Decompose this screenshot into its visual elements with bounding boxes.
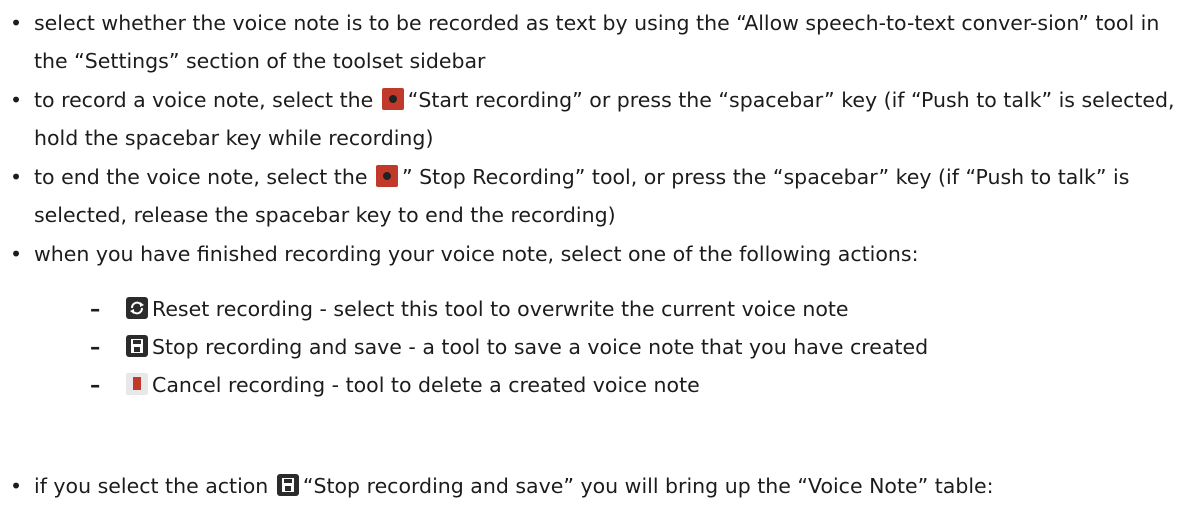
bullet-marker: • [10,11,23,35]
list-item-text: “Stop recording and save” you will bring… [302,474,994,498]
sub-list-item-text: Stop recording and save - a tool to save… [152,335,929,359]
save-icon [276,474,299,496]
record-icon [381,88,404,110]
bullet-marker: • [10,88,23,112]
list-item: • when you have finished recording your … [10,235,1178,273]
list-item-text: if you select the action [34,474,269,498]
sub-list-item: – Cancel recording - tool to delete a cre… [90,366,1170,404]
bullet-marker: • [10,165,23,189]
sub-list-item-text: Cancel recording - tool to delete a crea… [152,373,700,397]
trash-icon [126,373,148,395]
list-item-text: select whether the voice note is to be r… [34,11,1160,73]
list-item: • to end the voice note, select the ” St… [10,158,1178,234]
dash-marker: – [90,297,101,321]
bullet-marker: • [10,242,23,266]
stop-record-icon [375,165,398,187]
sub-list-item-text: Reset recording - select this tool to ov… [152,297,849,321]
list-item: • to record a voice note, select the “St… [10,81,1178,157]
list-item-text: to record a voice note, select the [34,88,374,112]
reset-icon [126,297,148,319]
dash-marker: – [90,335,101,359]
list-item: • if you select the action “Stop recordi… [10,467,1178,505]
dash-marker: – [90,373,101,397]
list-item-text: to end the voice note, select the [34,165,368,189]
document-page: • select whether the voice note is to be… [0,0,1184,510]
save-icon [126,335,148,357]
list-item: • select whether the voice note is to be… [10,4,1178,80]
bullet-marker: • [10,474,23,498]
sub-list-item: – Stop recording and save - a tool to sa… [90,328,1170,366]
list-item-text: when you have finished recording your vo… [34,242,919,266]
sub-list-item: – Reset recording - select this tool to … [90,290,1170,328]
